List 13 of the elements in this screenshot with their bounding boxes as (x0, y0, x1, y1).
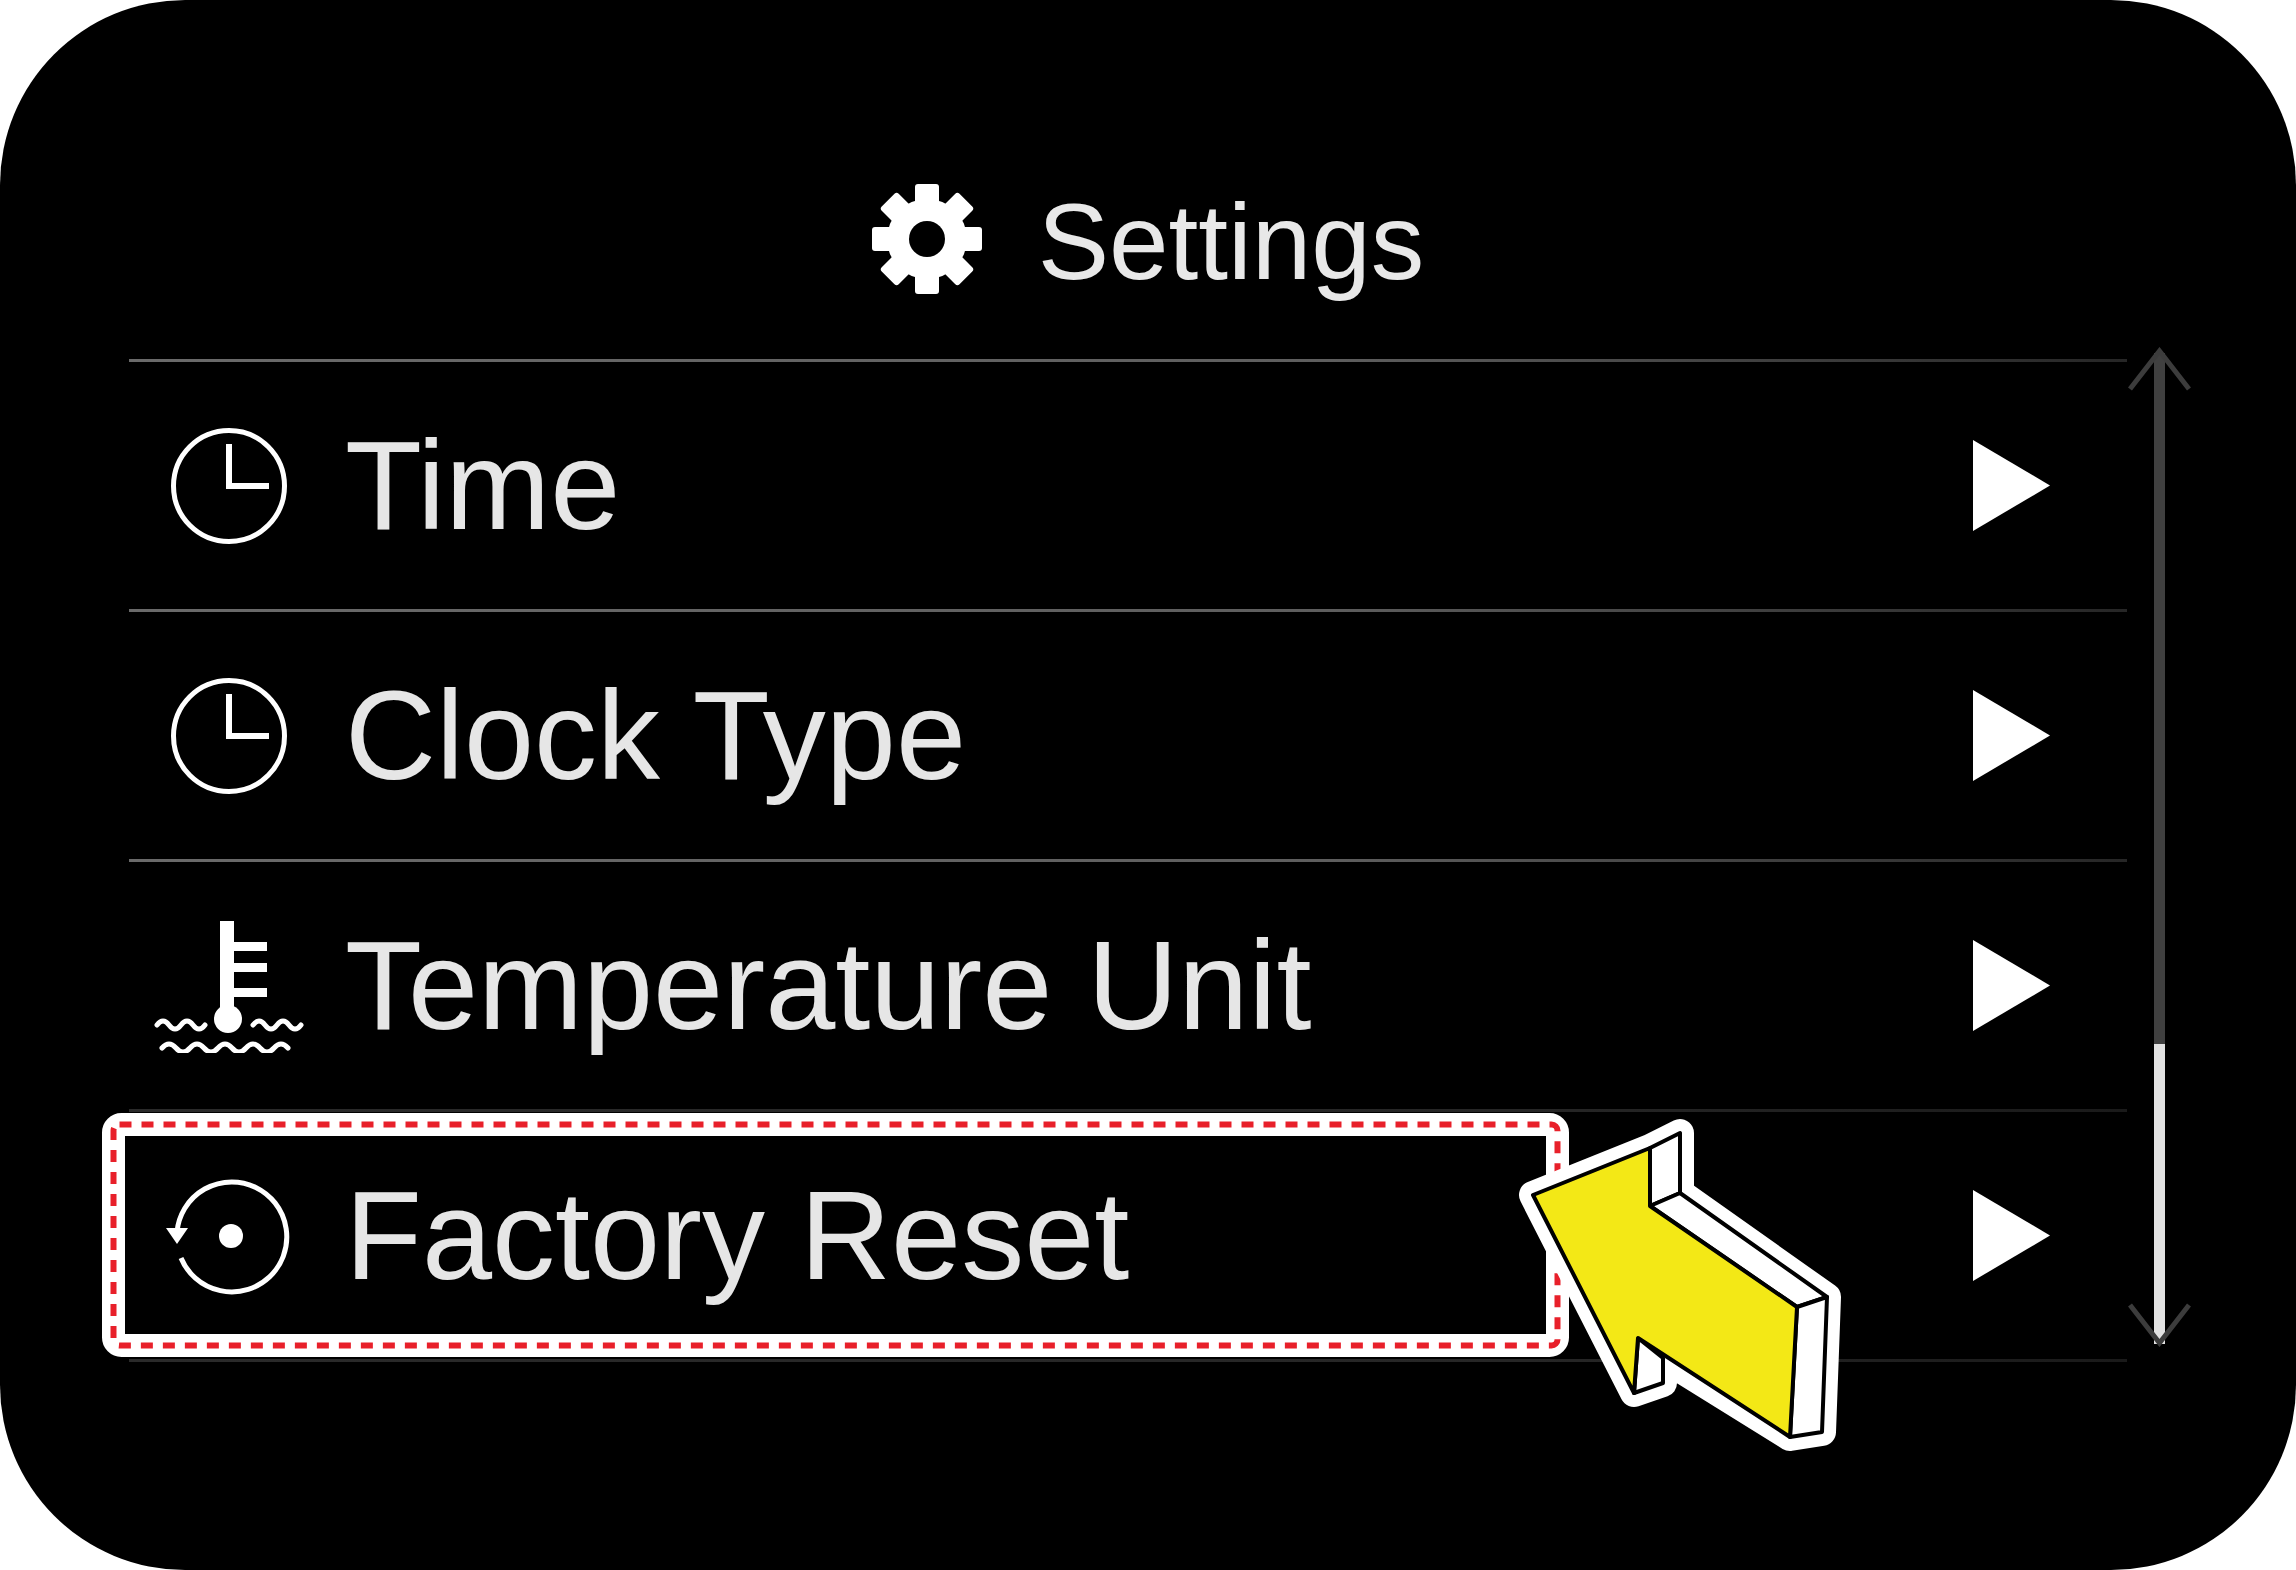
caret-right-icon[interactable] (1973, 940, 2050, 1031)
menu-item[interactable]: Clock Type (129, 612, 2127, 859)
screen-title: Settings (1037, 181, 1425, 305)
clock-icon (170, 676, 288, 795)
thermometer-icon (154, 918, 304, 1053)
clock-icon (170, 426, 288, 545)
caret-right-icon[interactable] (1973, 690, 2050, 781)
caret-right-icon[interactable] (1973, 440, 2050, 531)
menu-item[interactable]: Factory Reset (129, 1112, 2127, 1359)
menu-item[interactable]: Time (129, 362, 2127, 609)
caret-right-icon[interactable] (1973, 1190, 2050, 1281)
menu-item[interactable]: Temperature Unit (129, 862, 2127, 1109)
settings-icon (871, 184, 982, 294)
